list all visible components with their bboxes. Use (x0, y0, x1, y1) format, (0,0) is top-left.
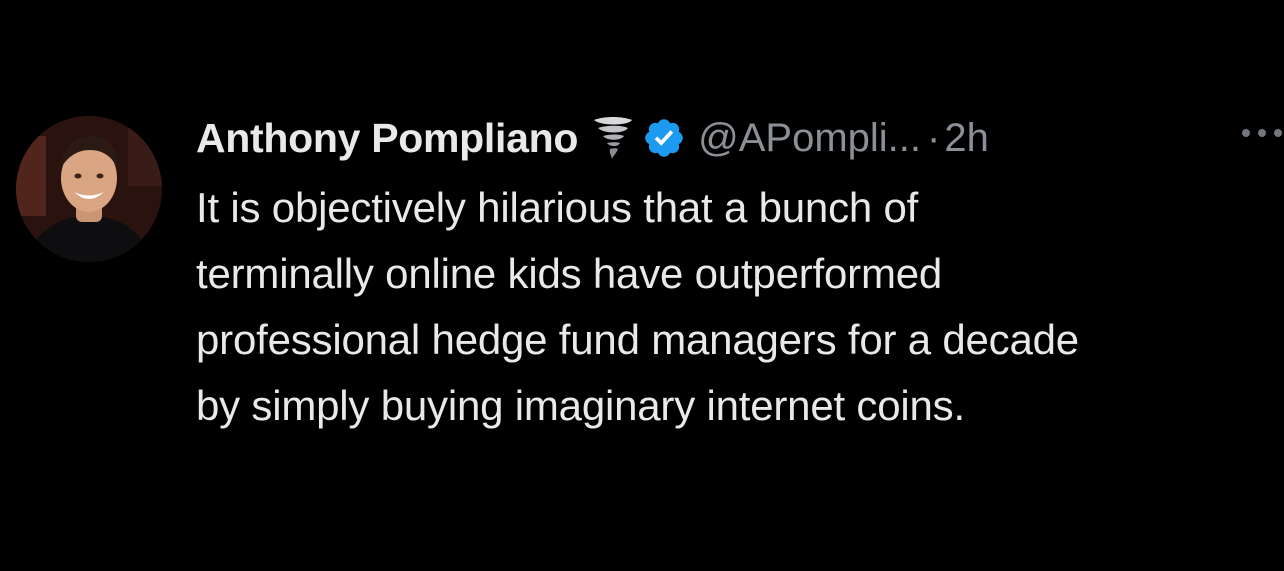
tweet-timestamp[interactable]: 2h (944, 116, 989, 161)
author-display-name[interactable]: Anthony Pompliano (196, 115, 578, 162)
tweet-header: Anthony Pompliano @APompli... · 2h (196, 108, 989, 168)
separator-dot: · (927, 115, 941, 160)
tornado-icon (592, 116, 634, 160)
avatar[interactable] (16, 116, 162, 262)
more-options-icon[interactable] (1232, 118, 1284, 148)
avatar-photo (16, 116, 162, 262)
tweet-text: It is objectively hilarious that a bunch… (196, 184, 1079, 429)
verified-badge-icon (642, 116, 686, 160)
tweet: Anthony Pompliano @APompli... · 2h It is… (0, 0, 1284, 571)
author-handle[interactable]: @APompli... (698, 116, 921, 161)
